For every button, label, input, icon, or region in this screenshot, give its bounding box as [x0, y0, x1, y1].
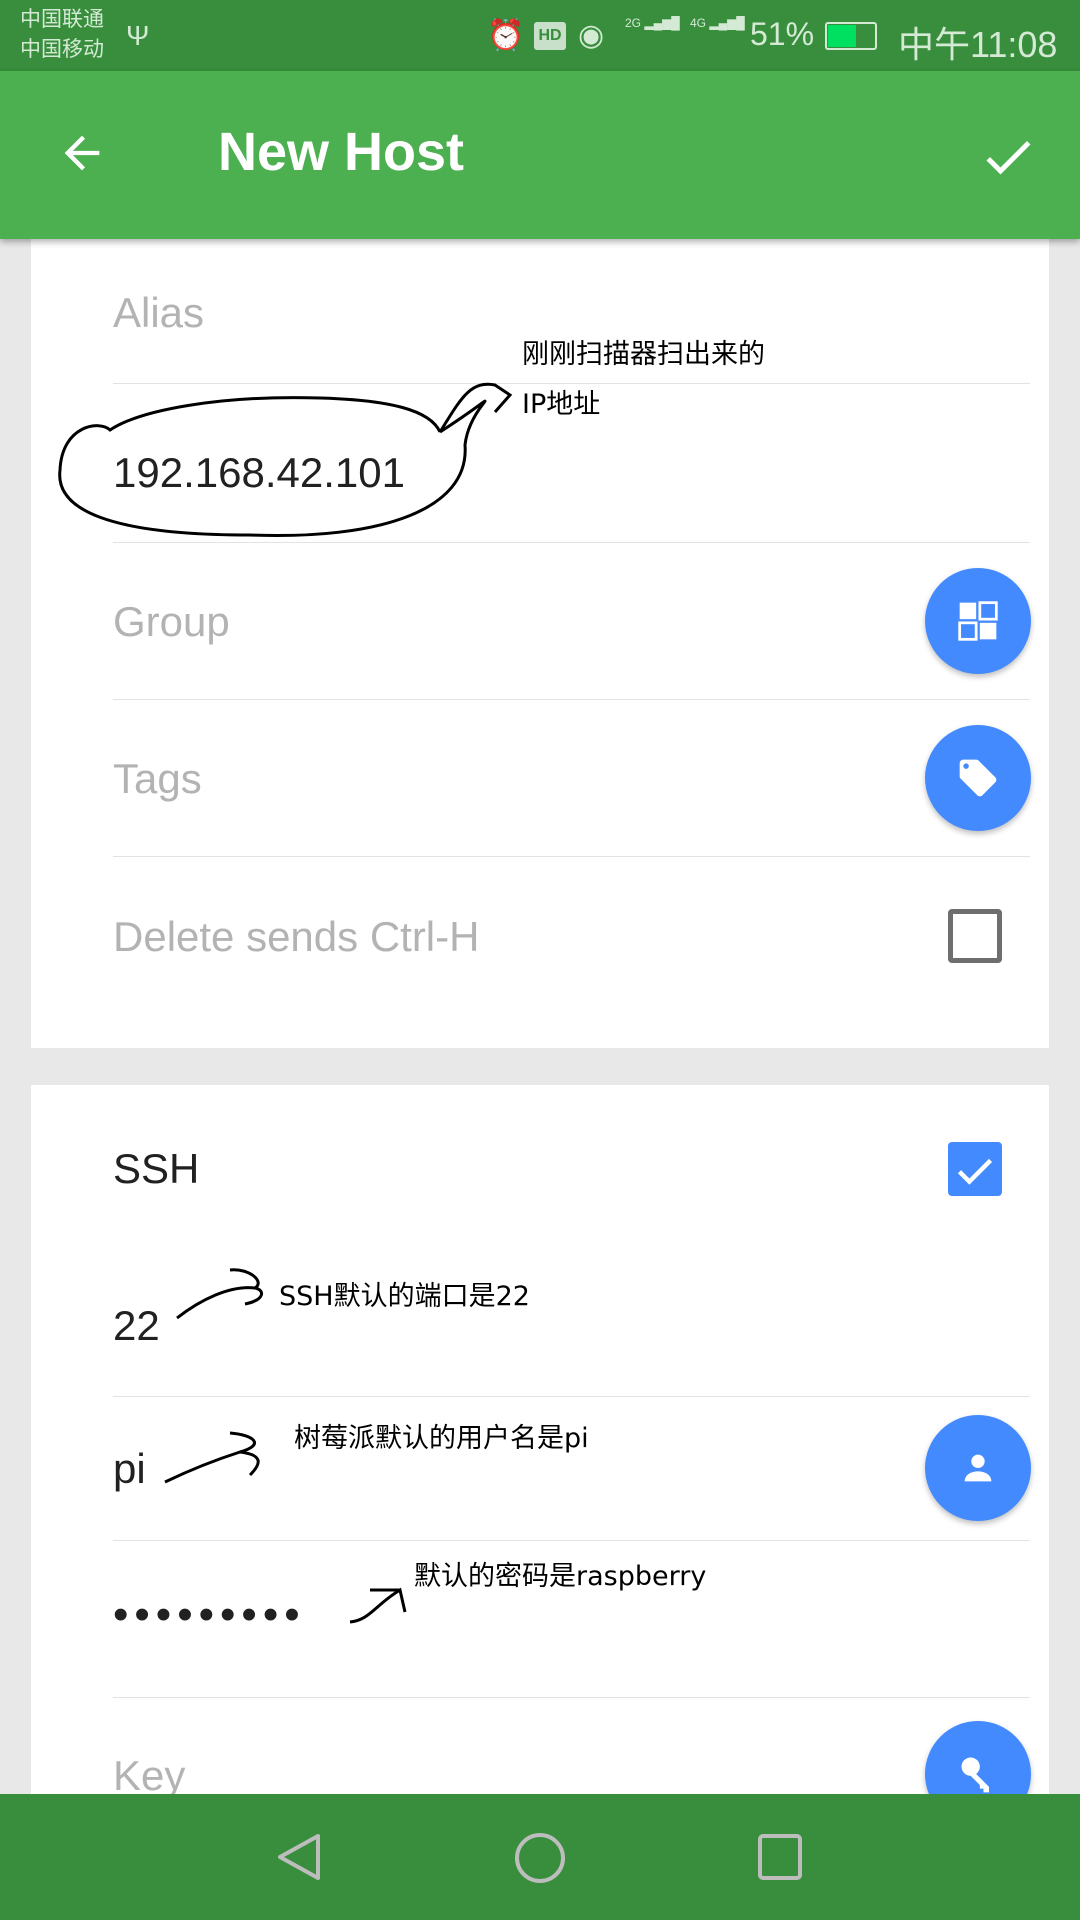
- ip-ellipse: [58, 382, 513, 538]
- arrow-left-icon[interactable]: [56, 127, 108, 179]
- annotation-ip-line1: 刚刚扫描器扫出来的: [522, 339, 765, 370]
- annotation-password: 默认的密码是raspberry: [414, 1561, 707, 1592]
- app-bar: New Host: [0, 71, 1080, 239]
- navigation-bar: [0, 1794, 1080, 1920]
- back-triangle-icon[interactable]: [274, 1832, 324, 1882]
- annotation-ip-line2: IP地址: [522, 389, 601, 420]
- recents-square-icon[interactable]: [756, 1832, 804, 1882]
- home-circle-icon[interactable]: [513, 1831, 567, 1885]
- check-icon[interactable]: [978, 127, 1038, 187]
- annotation-user: 树莓派默认的用户名是pi: [294, 1423, 589, 1454]
- user-arrow: [164, 1431, 260, 1484]
- port-arrow: [176, 1268, 263, 1320]
- annotation-port: SSH默认的端口是22: [279, 1281, 530, 1312]
- password-arrow: [349, 1587, 407, 1624]
- page-title: New Host: [218, 122, 465, 182]
- handwritten-annotations: [58, 382, 513, 1624]
